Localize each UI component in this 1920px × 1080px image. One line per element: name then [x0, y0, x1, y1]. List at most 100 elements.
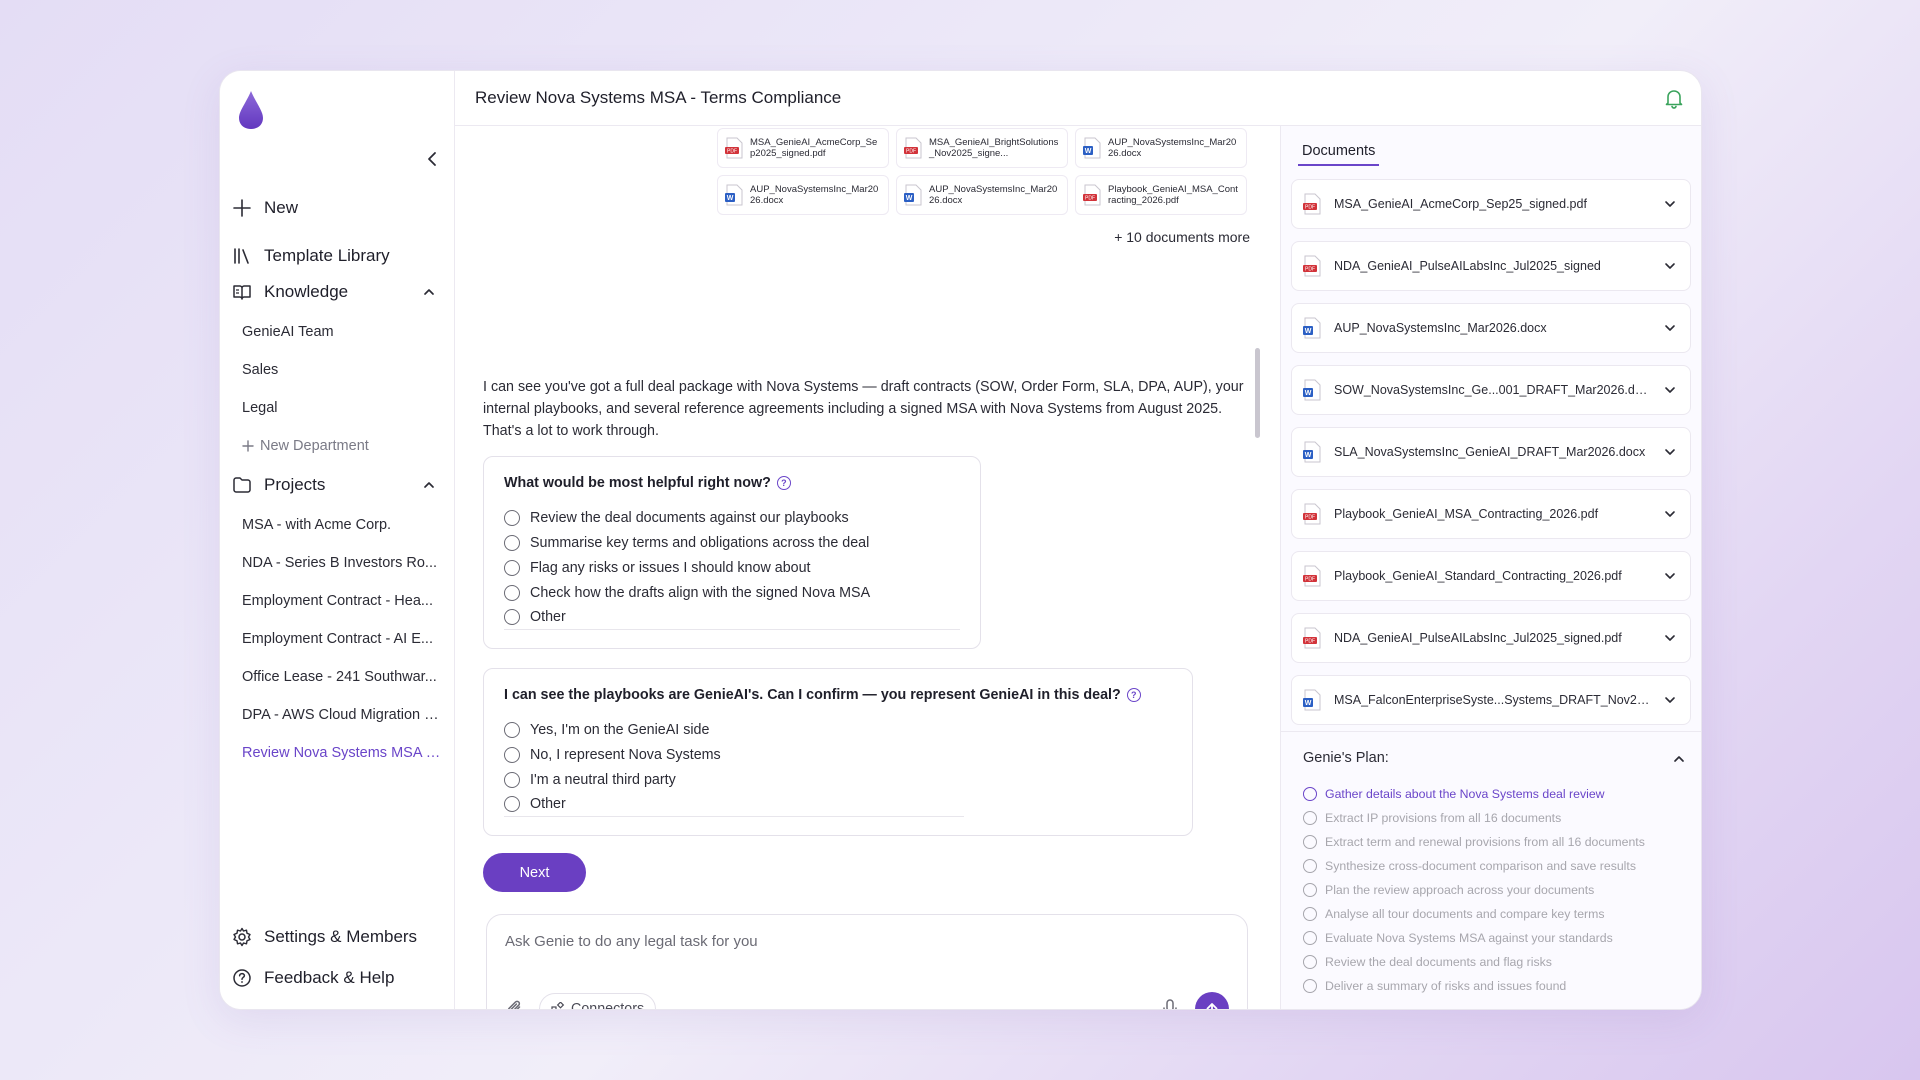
- radio-option[interactable]: I'm a neutral third party: [504, 767, 1172, 792]
- chevron-down-icon[interactable]: [1664, 322, 1676, 334]
- pdf-file-icon: PDF: [1083, 184, 1101, 206]
- radio-button[interactable]: [504, 534, 520, 551]
- project-item[interactable]: NDA - Series B Investors Ro...: [242, 555, 442, 571]
- paperclip-icon[interactable]: [505, 998, 525, 1010]
- project-item[interactable]: DPA - AWS Cloud Migration P...: [242, 707, 442, 723]
- radio-button[interactable]: [504, 509, 520, 526]
- radio-option[interactable]: Summarise key terms and obligations acro…: [504, 530, 960, 555]
- connectors-icon: [551, 1002, 565, 1009]
- radio-option[interactable]: Check how the drafts align with the sign…: [504, 580, 960, 605]
- radio-option[interactable]: Flag any risks or issues I should know a…: [504, 555, 960, 580]
- plan-step-label: Extract IP provisions from all 16 docume…: [1325, 811, 1562, 825]
- radio-button[interactable]: [504, 609, 520, 625]
- question-title-text: I can see the playbooks are GenieAI's. C…: [504, 687, 1121, 703]
- sidebar: New Template Library Knowledge GenieAI T…: [220, 71, 455, 1009]
- new-button[interactable]: New: [232, 198, 298, 218]
- pdf-file-icon: PDF: [904, 137, 922, 159]
- connectors-label: Connectors: [571, 1001, 645, 1010]
- radio-option-other[interactable]: Other: [504, 792, 964, 817]
- tab-documents[interactable]: Documents: [1298, 143, 1380, 166]
- radio-button[interactable]: [504, 559, 520, 576]
- help-icon[interactable]: ?: [776, 476, 791, 490]
- document-item[interactable]: W AUP_NovaSystemsInc_Mar2026.docx: [1291, 303, 1691, 353]
- chevron-left-icon: [428, 152, 436, 166]
- document-item[interactable]: PDF Playbook_GenieAI_MSA_Contracting_202…: [1291, 489, 1691, 539]
- plan-step: Deliver a summary of risks and issues fo…: [1303, 974, 1645, 998]
- svg-text:PDF: PDF: [1305, 639, 1315, 645]
- document-item[interactable]: PDF NDA_GenieAI_PulseAILabsInc_Jul2025_s…: [1291, 613, 1691, 663]
- plan-step-label: Extract term and renewal provisions from…: [1325, 835, 1645, 849]
- project-item[interactable]: Employment Contract - Hea...: [242, 593, 442, 609]
- svg-text:PDF: PDF: [1305, 515, 1315, 521]
- chevron-down-icon[interactable]: [1664, 632, 1676, 644]
- radio-option-other[interactable]: Other: [504, 605, 960, 630]
- document-name: SLA_NovaSystemsInc_GenieAI_DRAFT_Mar2026…: [1334, 445, 1646, 459]
- chat-scrollbar[interactable]: [1255, 348, 1260, 438]
- document-item[interactable]: W SOW_NovaSystemsInc_Ge...001_DRAFT_Mar2…: [1291, 365, 1691, 415]
- settings-members-link[interactable]: Settings & Members: [232, 927, 417, 947]
- plan-step: Analyse all tour documents and compare k…: [1303, 902, 1645, 926]
- template-library-label: Template Library: [264, 246, 390, 265]
- radio-button[interactable]: [504, 796, 520, 812]
- radio-option[interactable]: No, I represent Nova Systems: [504, 742, 1172, 767]
- chevron-down-icon[interactable]: [1664, 198, 1676, 210]
- pdf-file-icon: PDF: [1303, 193, 1321, 215]
- knowledge-item-legal[interactable]: Legal: [242, 400, 442, 416]
- knowledge-item-sales[interactable]: Sales: [242, 362, 442, 378]
- attached-file-tile[interactable]: PDF Playbook_GenieAI_MSA_Contracting_202…: [1075, 175, 1247, 215]
- projects-section-toggle[interactable]: Projects: [232, 475, 447, 495]
- radio-button[interactable]: [504, 721, 520, 738]
- knowledge-section-toggle[interactable]: Knowledge: [232, 282, 447, 302]
- bell-icon[interactable]: [1663, 87, 1685, 109]
- connectors-button[interactable]: Connectors: [539, 993, 657, 1010]
- document-item[interactable]: PDF NDA_GenieAI_PulseAILabsInc_Jul2025_s…: [1291, 241, 1691, 291]
- chevron-down-icon[interactable]: [1664, 446, 1676, 458]
- radio-button[interactable]: [504, 746, 520, 763]
- attached-file-tile[interactable]: W AUP_NovaSystemsInc_Mar2026.docx: [1075, 128, 1247, 168]
- project-item[interactable]: MSA - with Acme Corp.: [242, 517, 442, 533]
- chevron-down-icon[interactable]: [1664, 384, 1676, 396]
- document-item[interactable]: W MSA_FalconEnterpriseSyste...Systems_DR…: [1291, 675, 1691, 725]
- document-item[interactable]: W SLA_NovaSystemsInc_GenieAI_DRAFT_Mar20…: [1291, 427, 1691, 477]
- radio-option[interactable]: Yes, I'm on the GenieAI side: [504, 717, 1172, 742]
- svg-text:PDF: PDF: [1085, 196, 1095, 202]
- project-item[interactable]: Office Lease - 241 Southwar...: [242, 669, 442, 685]
- chevron-up-icon[interactable]: [1672, 752, 1686, 766]
- project-item-active[interactable]: Review Nova Systems MSA - T...: [242, 745, 442, 761]
- next-button[interactable]: Next: [483, 853, 586, 892]
- help-icon[interactable]: ?: [1126, 688, 1141, 702]
- collapse-sidebar-button[interactable]: [422, 149, 442, 169]
- knowledge-item-genieai-team[interactable]: GenieAI Team: [242, 324, 442, 340]
- radio-button[interactable]: [504, 771, 520, 788]
- microphone-icon[interactable]: [1159, 997, 1181, 1010]
- document-name: AUP_NovaSystemsInc_Mar2026.docx: [1334, 321, 1547, 335]
- document-item[interactable]: PDF Playbook_GenieAI_Standard_Contractin…: [1291, 551, 1691, 601]
- option-label: I'm a neutral third party: [530, 771, 676, 788]
- chevron-down-icon[interactable]: [1664, 508, 1676, 520]
- pdf-file-icon: PDF: [725, 137, 743, 159]
- library-icon: [234, 248, 249, 264]
- chevron-down-icon[interactable]: [1664, 694, 1676, 706]
- attached-file-name: MSA_GenieAI_BrightSolutions_Nov2025_sign…: [929, 137, 1059, 159]
- project-item[interactable]: Employment Contract - AI E...: [242, 631, 442, 647]
- new-department-button[interactable]: New Department: [242, 438, 442, 454]
- attached-file-name: MSA_GenieAI_AcmeCorp_Sep2025_signed.pdf: [750, 137, 878, 159]
- attached-file-tile[interactable]: PDF MSA_GenieAI_AcmeCorp_Sep2025_signed.…: [717, 128, 889, 168]
- more-documents-link[interactable]: + 10 documents more: [1114, 229, 1250, 245]
- template-library-link[interactable]: Template Library: [232, 246, 390, 266]
- step-status-icon: [1303, 907, 1317, 921]
- feedback-help-link[interactable]: Feedback & Help: [232, 968, 394, 988]
- attached-file-tile[interactable]: W AUP_NovaSystemsInc_Mar2026.docx: [896, 175, 1068, 215]
- radio-option[interactable]: Review the deal documents against our pl…: [504, 505, 960, 530]
- chevron-down-icon[interactable]: [1664, 260, 1676, 272]
- plan-step-label: Deliver a summary of risks and issues fo…: [1325, 979, 1567, 993]
- step-status-icon: [1303, 835, 1317, 849]
- attached-file-tile[interactable]: PDF MSA_GenieAI_BrightSolutions_Nov2025_…: [896, 128, 1068, 168]
- document-item[interactable]: PDF MSA_GenieAI_AcmeCorp_Sep25_signed.pd…: [1291, 179, 1691, 229]
- radio-button[interactable]: [504, 584, 520, 601]
- chevron-down-icon[interactable]: [1664, 570, 1676, 582]
- send-button[interactable]: [1195, 992, 1229, 1009]
- question-card-represent: I can see the playbooks are GenieAI's. C…: [483, 668, 1193, 836]
- prompt-input[interactable]: [505, 933, 1205, 950]
- attached-file-tile[interactable]: W AUP_NovaSystemsInc_Mar2026.docx: [717, 175, 889, 215]
